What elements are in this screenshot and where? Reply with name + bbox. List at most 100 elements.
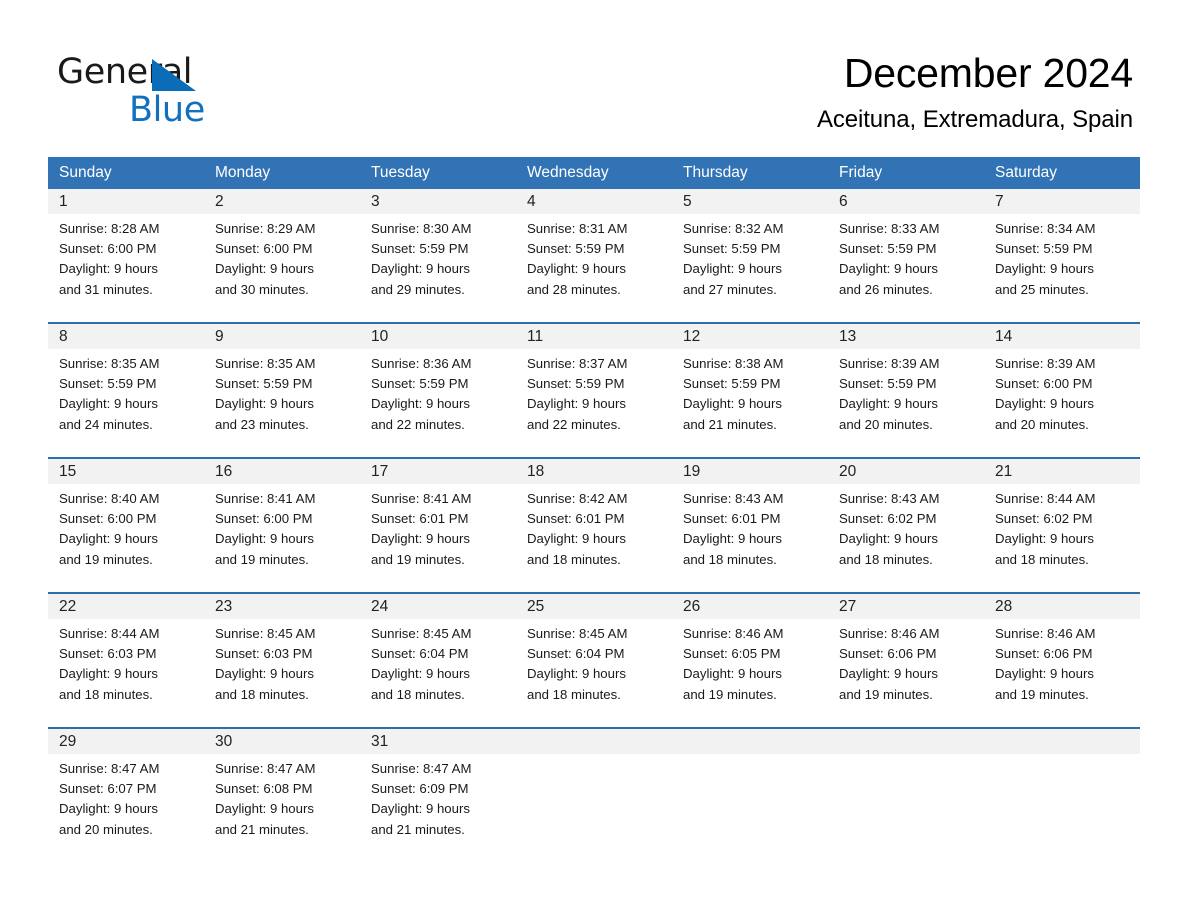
daylight-line2: and 22 minutes. bbox=[527, 416, 621, 432]
daylight-line1: Daylight: 9 hours bbox=[59, 396, 158, 412]
daylight-line2: and 19 minutes. bbox=[683, 686, 777, 702]
sunset-text: Sunset: 6:03 PM bbox=[59, 646, 157, 662]
sunset-text: Sunset: 5:59 PM bbox=[839, 241, 937, 257]
day-cell[interactable]: 25 Sunrise: 8:45 AM Sunset: 6:04 PM Dayl… bbox=[516, 594, 672, 722]
day-cell[interactable]: 5 Sunrise: 8:32 AM Sunset: 5:59 PM Dayli… bbox=[672, 189, 828, 317]
sunset-text: Sunset: 6:02 PM bbox=[995, 511, 1093, 527]
day-cell[interactable]: 10 Sunrise: 8:36 AM Sunset: 5:59 PM Dayl… bbox=[360, 324, 516, 452]
daylight-line2: and 19 minutes. bbox=[995, 686, 1089, 702]
daylight-line2: and 18 minutes. bbox=[527, 551, 621, 567]
daylight-line1: Daylight: 9 hours bbox=[839, 666, 938, 682]
sunrise-text: Sunrise: 8:44 AM bbox=[59, 626, 160, 641]
daylight-line2: and 18 minutes. bbox=[215, 686, 309, 702]
sunrise-text: Sunrise: 8:41 AM bbox=[215, 491, 316, 506]
day-cell[interactable]: 22 Sunrise: 8:44 AM Sunset: 6:03 PM Dayl… bbox=[48, 594, 204, 722]
day-cell[interactable]: 12 Sunrise: 8:38 AM Sunset: 5:59 PM Dayl… bbox=[672, 324, 828, 452]
daylight-line1: Daylight: 9 hours bbox=[683, 666, 782, 682]
day-cell-empty bbox=[516, 729, 672, 857]
sunrise-text: Sunrise: 8:46 AM bbox=[683, 626, 784, 641]
day-cell[interactable]: 26 Sunrise: 8:46 AM Sunset: 6:05 PM Dayl… bbox=[672, 594, 828, 722]
day-number: 31 bbox=[360, 729, 516, 754]
sunrise-text: Sunrise: 8:36 AM bbox=[371, 356, 472, 371]
day-info: Sunrise: 8:46 AM Sunset: 6:06 PM Dayligh… bbox=[984, 619, 1140, 705]
day-cell[interactable]: 9 Sunrise: 8:35 AM Sunset: 5:59 PM Dayli… bbox=[204, 324, 360, 452]
daylight-line2: and 21 minutes. bbox=[683, 416, 777, 432]
daylight-line2: and 19 minutes. bbox=[59, 551, 153, 567]
sunset-text: Sunset: 5:59 PM bbox=[995, 241, 1093, 257]
general-blue-logo[interactable]: General Blue bbox=[57, 52, 317, 132]
weekday-header-saturday: Saturday bbox=[995, 164, 1058, 181]
sunrise-text: Sunrise: 8:31 AM bbox=[527, 221, 628, 236]
day-number: 27 bbox=[828, 594, 984, 619]
day-number: 14 bbox=[984, 324, 1140, 349]
daylight-line2: and 27 minutes. bbox=[683, 281, 777, 297]
day-cell[interactable]: 3 Sunrise: 8:30 AM Sunset: 5:59 PM Dayli… bbox=[360, 189, 516, 317]
day-cell[interactable]: 29 Sunrise: 8:47 AM Sunset: 6:07 PM Dayl… bbox=[48, 729, 204, 857]
sunrise-text: Sunrise: 8:32 AM bbox=[683, 221, 784, 236]
sunset-text: Sunset: 6:01 PM bbox=[683, 511, 781, 527]
day-cell[interactable]: 20 Sunrise: 8:43 AM Sunset: 6:02 PM Dayl… bbox=[828, 459, 984, 587]
sunrise-text: Sunrise: 8:41 AM bbox=[371, 491, 472, 506]
day-cell[interactable]: 1 Sunrise: 8:28 AM Sunset: 6:00 PM Dayli… bbox=[48, 189, 204, 317]
sunset-text: Sunset: 6:01 PM bbox=[527, 511, 625, 527]
day-cell[interactable]: 16 Sunrise: 8:41 AM Sunset: 6:00 PM Dayl… bbox=[204, 459, 360, 587]
day-cell[interactable]: 31 Sunrise: 8:47 AM Sunset: 6:09 PM Dayl… bbox=[360, 729, 516, 857]
day-cell[interactable]: 14 Sunrise: 8:39 AM Sunset: 6:00 PM Dayl… bbox=[984, 324, 1140, 452]
sunset-text: Sunset: 6:03 PM bbox=[215, 646, 313, 662]
daylight-line2: and 20 minutes. bbox=[59, 821, 153, 837]
daylight-line2: and 31 minutes. bbox=[59, 281, 153, 297]
daylight-line1: Daylight: 9 hours bbox=[215, 261, 314, 277]
day-cell[interactable]: 24 Sunrise: 8:45 AM Sunset: 6:04 PM Dayl… bbox=[360, 594, 516, 722]
day-cell[interactable]: 6 Sunrise: 8:33 AM Sunset: 5:59 PM Dayli… bbox=[828, 189, 984, 317]
sunset-text: Sunset: 6:00 PM bbox=[59, 241, 157, 257]
weekday-header-wednesday: Wednesday bbox=[527, 164, 609, 181]
sunset-text: Sunset: 5:59 PM bbox=[683, 376, 781, 392]
day-cell-empty bbox=[828, 729, 984, 857]
day-number: 23 bbox=[204, 594, 360, 619]
sunset-text: Sunset: 6:04 PM bbox=[371, 646, 469, 662]
daylight-line2: and 20 minutes. bbox=[995, 416, 1089, 432]
sunset-text: Sunset: 6:00 PM bbox=[215, 241, 313, 257]
daylight-line1: Daylight: 9 hours bbox=[215, 666, 314, 682]
sunset-text: Sunset: 5:59 PM bbox=[839, 376, 937, 392]
daylight-line2: and 29 minutes. bbox=[371, 281, 465, 297]
day-cell[interactable]: 19 Sunrise: 8:43 AM Sunset: 6:01 PM Dayl… bbox=[672, 459, 828, 587]
sunset-text: Sunset: 6:05 PM bbox=[683, 646, 781, 662]
day-cell[interactable]: 17 Sunrise: 8:41 AM Sunset: 6:01 PM Dayl… bbox=[360, 459, 516, 587]
day-cell[interactable]: 15 Sunrise: 8:40 AM Sunset: 6:00 PM Dayl… bbox=[48, 459, 204, 587]
day-number bbox=[516, 729, 672, 754]
day-cell[interactable]: 27 Sunrise: 8:46 AM Sunset: 6:06 PM Dayl… bbox=[828, 594, 984, 722]
sunrise-text: Sunrise: 8:46 AM bbox=[995, 626, 1096, 641]
day-cell[interactable]: 11 Sunrise: 8:37 AM Sunset: 5:59 PM Dayl… bbox=[516, 324, 672, 452]
day-cell[interactable]: 30 Sunrise: 8:47 AM Sunset: 6:08 PM Dayl… bbox=[204, 729, 360, 857]
day-number: 20 bbox=[828, 459, 984, 484]
logo-text-blue: Blue bbox=[129, 90, 205, 130]
page-title: December 2024 bbox=[843, 50, 1133, 96]
day-info: Sunrise: 8:35 AM Sunset: 5:59 PM Dayligh… bbox=[48, 349, 204, 435]
daylight-line1: Daylight: 9 hours bbox=[839, 531, 938, 547]
daylight-line2: and 22 minutes. bbox=[371, 416, 465, 432]
daylight-line2: and 28 minutes. bbox=[527, 281, 621, 297]
calendar-grid: Sunday Monday Tuesday Wednesday Thursday… bbox=[48, 157, 1140, 857]
day-cell[interactable]: 4 Sunrise: 8:31 AM Sunset: 5:59 PM Dayli… bbox=[516, 189, 672, 317]
day-number: 25 bbox=[516, 594, 672, 619]
sunset-text: Sunset: 5:59 PM bbox=[371, 376, 469, 392]
day-info: Sunrise: 8:44 AM Sunset: 6:02 PM Dayligh… bbox=[984, 484, 1140, 570]
day-info: Sunrise: 8:35 AM Sunset: 5:59 PM Dayligh… bbox=[204, 349, 360, 435]
day-cell[interactable]: 23 Sunrise: 8:45 AM Sunset: 6:03 PM Dayl… bbox=[204, 594, 360, 722]
day-info: Sunrise: 8:39 AM Sunset: 5:59 PM Dayligh… bbox=[828, 349, 984, 435]
day-cell[interactable]: 2 Sunrise: 8:29 AM Sunset: 6:00 PM Dayli… bbox=[204, 189, 360, 317]
weekday-header-monday: Monday bbox=[215, 164, 271, 181]
day-cell-empty bbox=[672, 729, 828, 857]
day-cell[interactable]: 8 Sunrise: 8:35 AM Sunset: 5:59 PM Dayli… bbox=[48, 324, 204, 452]
day-cell[interactable]: 21 Sunrise: 8:44 AM Sunset: 6:02 PM Dayl… bbox=[984, 459, 1140, 587]
day-cell[interactable]: 28 Sunrise: 8:46 AM Sunset: 6:06 PM Dayl… bbox=[984, 594, 1140, 722]
daylight-line1: Daylight: 9 hours bbox=[215, 396, 314, 412]
day-number: 24 bbox=[360, 594, 516, 619]
day-number: 13 bbox=[828, 324, 984, 349]
weekday-header-tuesday: Tuesday bbox=[371, 164, 430, 181]
title-block: December 2024 Aceituna, Extremadura, Spa… bbox=[433, 48, 1133, 136]
day-cell[interactable]: 13 Sunrise: 8:39 AM Sunset: 5:59 PM Dayl… bbox=[828, 324, 984, 452]
day-cell[interactable]: 7 Sunrise: 8:34 AM Sunset: 5:59 PM Dayli… bbox=[984, 189, 1140, 317]
day-cell[interactable]: 18 Sunrise: 8:42 AM Sunset: 6:01 PM Dayl… bbox=[516, 459, 672, 587]
